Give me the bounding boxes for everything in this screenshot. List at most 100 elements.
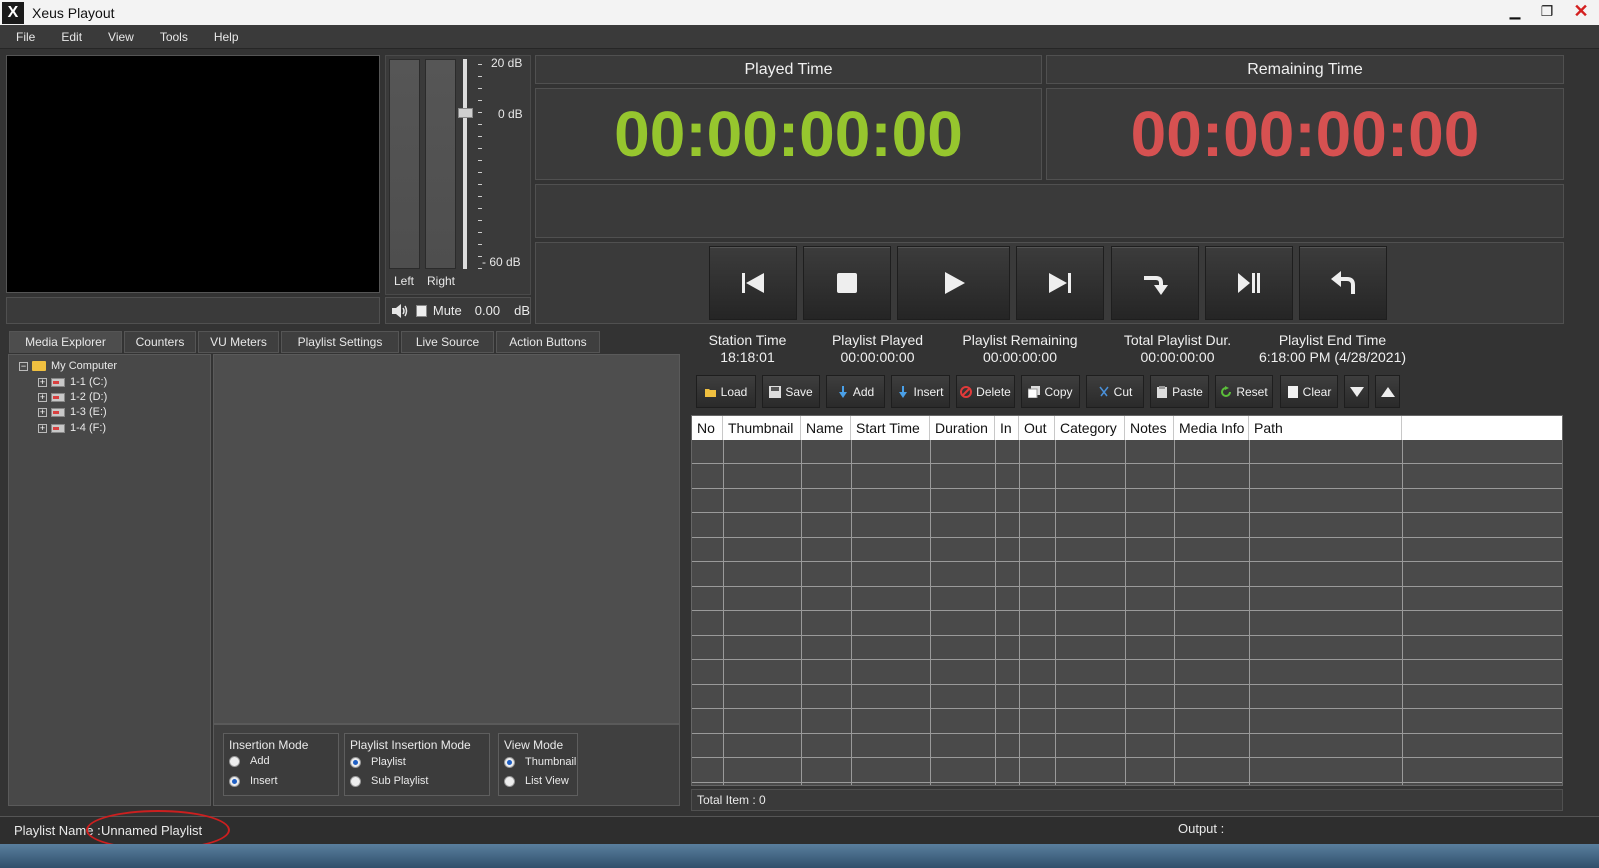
volume-slider-track[interactable] <box>463 59 467 269</box>
menu-help[interactable]: Help <box>204 30 249 44</box>
column-header-in[interactable]: In <box>995 416 1019 440</box>
insertion-mode-insert-radio[interactable]: Insert <box>229 775 278 787</box>
column-header-thumbnail[interactable]: Thumbnail <box>723 416 801 440</box>
view-mode-group: View Mode Thumbnail List View <box>498 733 578 796</box>
skip-previous-button[interactable] <box>709 246 797 320</box>
collapse-icon[interactable]: − <box>19 361 28 371</box>
tab-playlist-settings[interactable]: Playlist Settings <box>281 331 399 353</box>
delete-button[interactable]: Delete <box>956 375 1015 408</box>
tree-item-drive-e[interactable]: + 1-3 (E:) <box>38 405 107 419</box>
menu-edit[interactable]: Edit <box>51 30 92 44</box>
jump-button[interactable] <box>1111 246 1199 320</box>
end-time-value: 6:18:00 PM (4/28/2021) <box>1258 349 1407 365</box>
tree-item-drive-f[interactable]: + 1-4 (F:) <box>38 421 106 435</box>
expand-icon[interactable]: + <box>38 377 47 387</box>
tab-live-source[interactable]: Live Source <box>401 331 494 353</box>
radio-label: Sub Playlist <box>371 775 429 787</box>
tree-item-drive-c[interactable]: + 1-1 (C:) <box>38 375 107 389</box>
app-window: X Xeus Playout ▁ ❐ ✕ File Edit View Tool… <box>0 0 1599 868</box>
add-button[interactable]: Add <box>826 375 885 408</box>
mute-checkbox[interactable] <box>416 304 427 317</box>
load-button[interactable]: Load <box>696 375 756 408</box>
minimize-icon[interactable]: ▁ <box>1499 0 1531 22</box>
insertion-mode-group: Insertion Mode Add Insert <box>223 733 339 796</box>
vu-top-db-label: 20 dB <box>491 56 523 70</box>
move-up-button[interactable] <box>1375 375 1400 408</box>
station-time-value: 18:18:01 <box>720 349 775 365</box>
radio-list-view[interactable] <box>504 775 515 787</box>
volume-slider-thumb[interactable] <box>458 108 473 118</box>
mute-label: Mute <box>432 303 462 318</box>
column-header-out[interactable]: Out <box>1019 416 1055 440</box>
vu-right-bar <box>425 59 456 269</box>
tree-item-my-computer[interactable]: − My Computer <box>19 359 117 373</box>
playlist-radio-row[interactable]: Playlist <box>350 756 406 768</box>
playlist-remaining-value: 00:00:00:00 <box>983 349 1057 365</box>
menu-view[interactable]: View <box>98 30 144 44</box>
skip-next-button[interactable] <box>1016 246 1104 320</box>
playlist-remaining-label: Playlist Remaining <box>962 332 1078 348</box>
column-header-notes[interactable]: Notes <box>1125 416 1174 440</box>
volume-value[interactable]: 0.00 <box>475 303 500 318</box>
restore-icon[interactable]: ❐ <box>1531 0 1563 22</box>
copy-button[interactable]: Copy <box>1021 375 1080 408</box>
radio-label: Playlist <box>371 756 406 768</box>
column-header-start-time[interactable]: Start Time <box>851 416 930 440</box>
remaining-time-value: 00:00:00:00 <box>1046 88 1564 180</box>
grid-column-line <box>851 440 852 785</box>
tree-item-label: My Computer <box>51 360 118 372</box>
grid-row-line <box>692 610 1562 611</box>
insertion-mode-add-radio[interactable]: Add <box>229 755 270 767</box>
radio-insert[interactable] <box>229 775 240 787</box>
undo-button[interactable] <box>1299 246 1387 320</box>
column-header-path[interactable]: Path <box>1249 416 1402 440</box>
copy-label: Copy <box>1044 384 1073 399</box>
expand-icon[interactable]: + <box>38 423 47 433</box>
status-bar: Playlist Name : Unnamed Playlist Output … <box>0 816 1599 844</box>
clear-button[interactable]: Clear <box>1280 375 1338 408</box>
thumbnail-radio-row[interactable]: Thumbnail <box>504 756 576 768</box>
cut-button[interactable]: Cut <box>1086 375 1144 408</box>
close-icon[interactable]: ✕ <box>1563 0 1599 22</box>
tab-action-buttons[interactable]: Action Buttons <box>496 331 600 353</box>
menu-tools[interactable]: Tools <box>150 30 198 44</box>
insert-button[interactable]: Insert <box>891 375 950 408</box>
add-label: Add <box>852 384 875 399</box>
tab-media-explorer[interactable]: Media Explorer <box>9 331 122 353</box>
playlist-grid[interactable]: No Thumbnail Name Start Time Duration In… <box>691 415 1563 786</box>
column-header-no[interactable]: No <box>692 416 723 440</box>
column-header-media-info[interactable]: Media Info <box>1174 416 1249 440</box>
radio-add[interactable] <box>229 755 240 767</box>
tree-item-drive-d[interactable]: + 1-2 (D:) <box>38 390 107 404</box>
radio-playlist[interactable] <box>350 756 361 768</box>
play-button[interactable] <box>897 246 1010 320</box>
list-view-radio-row[interactable]: List View <box>504 775 569 787</box>
playlist-played-label: Playlist Played <box>831 332 924 348</box>
vu-scale-tick <box>478 196 482 197</box>
sub-playlist-radio-row[interactable]: Sub Playlist <box>350 775 428 787</box>
radio-sub-playlist[interactable] <box>350 775 361 787</box>
stop-button[interactable] <box>803 246 891 320</box>
tab-counters[interactable]: Counters <box>124 331 196 353</box>
expand-icon[interactable]: + <box>38 407 47 417</box>
expand-icon[interactable]: + <box>38 392 47 402</box>
radio-thumbnail[interactable] <box>504 756 515 768</box>
column-header-duration[interactable]: Duration <box>930 416 995 440</box>
grid-column-line <box>1174 440 1175 785</box>
column-header-category[interactable]: Category <box>1055 416 1125 440</box>
save-button[interactable]: Save <box>762 375 820 408</box>
drive-icon <box>51 407 65 417</box>
tab-vu-meters[interactable]: VU Meters <box>198 331 279 353</box>
station-time-label: Station Time <box>708 332 787 348</box>
menu-file[interactable]: File <box>6 30 45 44</box>
vu-scale-tick <box>478 124 482 125</box>
column-header-name[interactable]: Name <box>801 416 851 440</box>
media-content-area[interactable] <box>213 354 680 724</box>
paste-button[interactable]: Paste <box>1150 375 1209 408</box>
vu-scale-tick <box>478 100 482 101</box>
radio-label: List View <box>525 775 569 787</box>
play-pause-button[interactable] <box>1205 246 1293 320</box>
grid-row-line <box>692 487 1562 489</box>
reset-button[interactable]: Reset <box>1215 375 1273 408</box>
move-down-button[interactable] <box>1344 375 1369 408</box>
